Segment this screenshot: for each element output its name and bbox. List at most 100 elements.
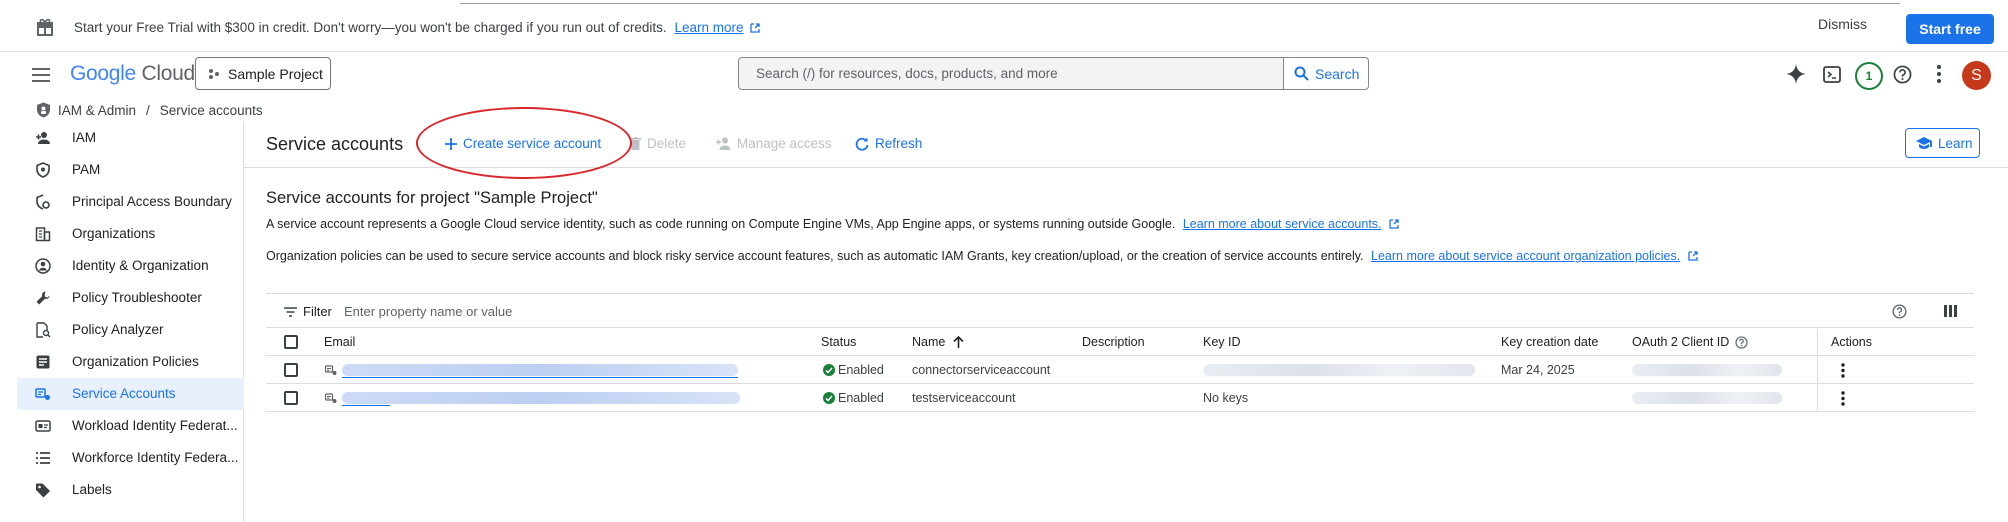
dismiss-button[interactable]: Dismiss	[1818, 16, 1867, 32]
column-header-oauth-client-id[interactable]: OAuth 2 Client ID	[1632, 335, 1748, 349]
help-icon[interactable]	[1892, 304, 1907, 319]
filter-input[interactable]: Enter property name or value	[344, 304, 512, 319]
sidebar-item-identity-organization[interactable]: Identity & Organization	[17, 250, 244, 282]
column-display-icon[interactable]	[1944, 305, 1957, 317]
trial-message: Start your Free Trial with $300 in credi…	[74, 20, 760, 35]
refresh-button[interactable]: Refresh	[855, 136, 922, 151]
column-header-actions: Actions	[1831, 335, 1872, 349]
column-header-key-creation-date[interactable]: Key creation date	[1501, 335, 1598, 349]
delete-label: Delete	[647, 136, 687, 151]
status-cell: Enabled	[823, 391, 884, 405]
search-input[interactable]: Search (/) for resources, docs, products…	[738, 57, 1284, 90]
top-header: Google Cloud Sample Project Search (/) f…	[0, 52, 2008, 98]
service-account-icon	[35, 386, 51, 402]
sidebar-item-labels[interactable]: Labels	[17, 474, 244, 506]
menu-icon[interactable]	[32, 68, 50, 82]
sidebar-item-label: Workforce Identity Federa...	[72, 450, 239, 465]
sidebar-item-label: Labels	[72, 482, 112, 497]
gift-icon	[36, 18, 54, 36]
status-cell: Enabled	[823, 363, 884, 377]
org-policy-description: Organization policies can be used to sec…	[266, 249, 1698, 263]
column-header-name[interactable]: Name	[912, 335, 964, 349]
column-header-email[interactable]: Email	[324, 335, 355, 349]
page-title: Service accounts	[266, 134, 404, 154]
manage-access-button[interactable]: Manage access	[716, 136, 832, 151]
sidebar-item-label: Identity & Organization	[72, 258, 209, 273]
sort-ascending-icon	[953, 336, 964, 348]
learn-button[interactable]: Learn	[1905, 128, 1980, 158]
notifications-badge[interactable]: 1	[1855, 62, 1883, 90]
account-circle-icon	[35, 258, 51, 274]
learn-more-service-accounts-link[interactable]: Learn more about service accounts.	[1183, 217, 1382, 231]
avatar[interactable]: S	[1962, 61, 1991, 90]
help-icon[interactable]	[1893, 65, 1912, 84]
sidebar-item-policy-analyzer[interactable]: Policy Analyzer	[17, 314, 244, 346]
sidebar-item-organizations[interactable]: Organizations	[17, 218, 244, 250]
more-vert-icon[interactable]	[1841, 363, 1845, 378]
key-id-cell: No keys	[1203, 391, 1249, 405]
trial-learn-more-link[interactable]: Learn more	[674, 20, 743, 35]
column-header-description[interactable]: Description	[1082, 335, 1145, 349]
sidebar-item-iam[interactable]: IAM	[17, 122, 244, 154]
row-checkbox[interactable]	[284, 363, 298, 377]
sidebar-item-label: Principal Access Boundary	[72, 194, 232, 209]
breadcrumb-separator: /	[146, 102, 150, 118]
delete-button[interactable]: Delete	[630, 136, 686, 151]
key-creation-date-cell: Mar 24, 2025	[1501, 363, 1575, 377]
sidebar-item-label: IAM	[72, 130, 97, 145]
project-name: Sample Project	[228, 65, 323, 82]
sidebar-item-label: Workload Identity Federat...	[72, 418, 238, 433]
email-link-underline	[342, 377, 738, 378]
more-vert-icon[interactable]	[1937, 65, 1941, 83]
filter-icon	[284, 306, 297, 317]
filter-label: Filter	[303, 304, 332, 319]
table-row[interactable]: Enabled testserviceaccount No keys	[266, 384, 1974, 412]
column-header-key-id[interactable]: Key ID	[1203, 335, 1241, 349]
select-all-checkbox[interactable]	[284, 335, 298, 349]
breadcrumb-iam-admin[interactable]: IAM & Admin	[58, 103, 136, 118]
learn-label: Learn	[1938, 135, 1973, 151]
search-icon	[1294, 66, 1309, 81]
redacted-oauth-client-id	[1632, 364, 1782, 376]
sidebar-item-service-accounts[interactable]: Service Accounts	[17, 378, 244, 410]
more-vert-icon[interactable]	[1841, 391, 1845, 406]
sidebar-item-label: Policy Troubleshooter	[72, 290, 202, 305]
row-checkbox[interactable]	[284, 391, 298, 405]
column-header-oauth-label: OAuth 2 Client ID	[1632, 335, 1730, 349]
sidebar-item-principal-access-boundary[interactable]: Principal Access Boundary	[17, 186, 244, 218]
sidebar-item-label: Organizations	[72, 226, 156, 241]
table-header: Email Status Name Description Key ID Key…	[266, 329, 1974, 356]
sidebar-item-organization-policies[interactable]: Organization Policies	[17, 346, 244, 378]
external-link-icon	[750, 23, 760, 33]
start-free-button[interactable]: Start free	[1906, 14, 1994, 44]
service-account-icon	[325, 393, 337, 404]
table-row[interactable]: Enabled connectorserviceaccount Mar 24, …	[266, 356, 1974, 384]
id-card-icon	[35, 418, 51, 434]
redacted-email[interactable]	[342, 392, 740, 404]
redacted-email[interactable]	[342, 364, 738, 376]
gemini-sparkle-icon[interactable]	[1786, 64, 1806, 84]
wrench-icon	[35, 290, 51, 306]
sidebar-item-workload-identity-federation[interactable]: Workload Identity Federat...	[17, 410, 244, 442]
document-search-icon	[35, 322, 51, 338]
google-cloud-logo[interactable]: Google Cloud	[70, 62, 195, 86]
learn-more-org-policies-link[interactable]: Learn more about service account organiz…	[1371, 249, 1680, 263]
column-header-name-label: Name	[912, 335, 946, 349]
sidebar-item-policy-troubleshooter[interactable]: Policy Troubleshooter	[17, 282, 244, 314]
check-circle-icon	[823, 392, 835, 404]
column-header-status[interactable]: Status	[821, 335, 856, 349]
column-divider	[1817, 356, 1818, 383]
search-button[interactable]: Search	[1283, 57, 1369, 90]
column-divider	[1817, 329, 1818, 355]
help-icon[interactable]	[1735, 335, 1748, 349]
status-text: Enabled	[838, 391, 884, 405]
filter-button[interactable]: Filter	[284, 304, 332, 319]
description-text: A service account represents a Google Cl…	[266, 217, 1176, 231]
sidebar-item-workforce-identity-federation[interactable]: Workforce Identity Federa...	[17, 442, 244, 474]
sidebar-item-pam[interactable]: PAM	[17, 154, 244, 186]
highlight-annotation	[416, 107, 632, 179]
project-picker-button[interactable]: Sample Project	[195, 57, 331, 90]
school-icon	[1916, 136, 1932, 150]
shield-lock-icon	[36, 102, 51, 118]
cloud-shell-icon[interactable]	[1823, 66, 1841, 83]
